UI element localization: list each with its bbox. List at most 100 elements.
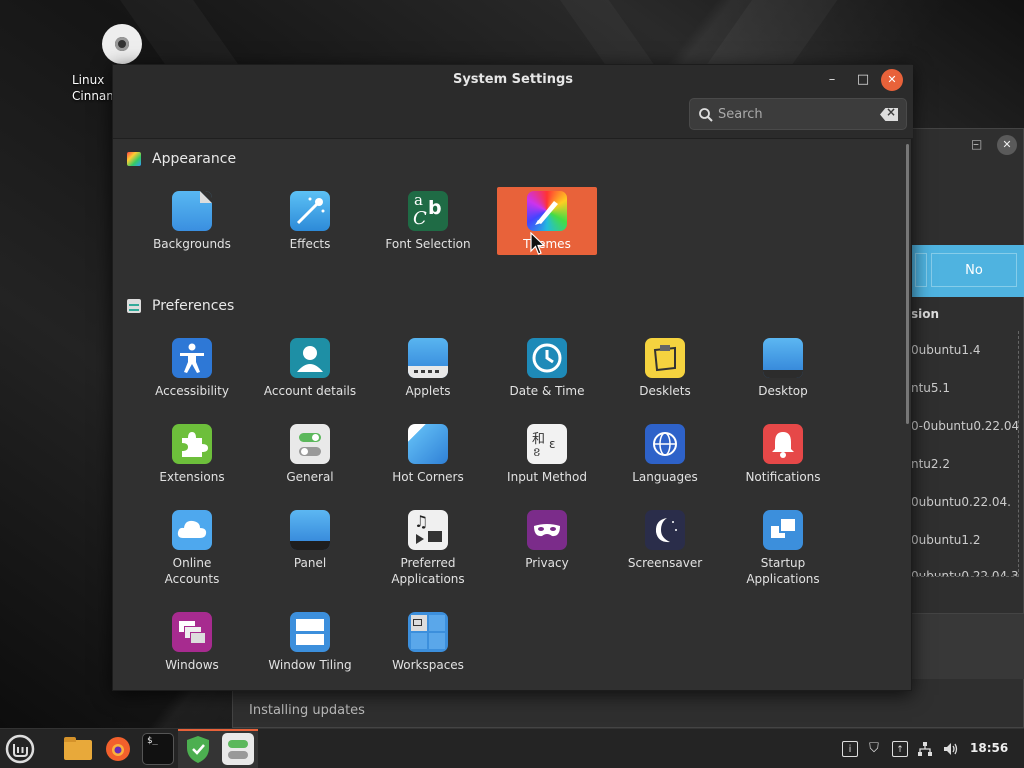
settings-item-workspaces[interactable]: Workspaces bbox=[378, 608, 478, 676]
update-manager-button[interactable] bbox=[182, 733, 214, 765]
terminal-launcher[interactable]: $_ bbox=[142, 733, 174, 765]
list-item[interactable]: 0ubuntu0.22.04.3 bbox=[911, 569, 1018, 576]
close-button[interactable]: ✕ bbox=[881, 69, 903, 91]
search-box[interactable] bbox=[689, 98, 907, 130]
version-column-header[interactable]: sion bbox=[911, 307, 939, 321]
menu-button[interactable] bbox=[4, 733, 36, 765]
settings-item-date-time[interactable]: Date & Time bbox=[497, 334, 597, 402]
item-label: Notifications bbox=[745, 470, 821, 484]
settings-item-general[interactable]: General bbox=[260, 420, 360, 488]
network-tray-icon[interactable] bbox=[917, 741, 933, 757]
moon-icon bbox=[645, 510, 685, 550]
settings-item-privacy[interactable]: Privacy bbox=[497, 506, 597, 574]
puzzle-icon bbox=[172, 424, 212, 464]
general-toggles-icon bbox=[290, 424, 330, 464]
firefox-icon bbox=[106, 737, 130, 761]
settings-item-desklets[interactable]: Desklets bbox=[615, 334, 715, 402]
settings-item-preferred-applications[interactable]: ♫ Preferred Applications bbox=[378, 506, 478, 586]
package-list[interactable]: 0ubuntu1.4 ntu5.1 0-0ubuntu0.22.04 ntu2.… bbox=[911, 331, 1019, 577]
settings-item-screensaver[interactable]: Screensaver bbox=[615, 506, 715, 574]
preferences-section-icon bbox=[127, 299, 141, 313]
list-item[interactable]: 0ubuntu1.4 bbox=[911, 343, 980, 357]
system-settings-button[interactable] bbox=[222, 733, 254, 765]
item-label: Input Method bbox=[507, 470, 587, 484]
settings-content[interactable]: Appearance Backgrounds Effects a b C Fon… bbox=[113, 140, 913, 692]
clipboard-tray-icon[interactable]: i bbox=[842, 741, 858, 757]
item-label: Hot Corners bbox=[392, 470, 464, 484]
volume-tray-icon[interactable] bbox=[942, 741, 958, 757]
account-icon bbox=[290, 338, 330, 378]
backgrounds-icon bbox=[172, 191, 212, 231]
settings-item-effects[interactable]: Effects bbox=[260, 187, 360, 255]
effects-icon bbox=[290, 191, 330, 231]
section-title: Appearance bbox=[152, 151, 237, 167]
list-item[interactable]: 0ubuntu0.22.04. bbox=[911, 495, 1011, 509]
item-label: General bbox=[286, 470, 334, 484]
settings-item-accessibility[interactable]: Accessibility bbox=[142, 334, 242, 402]
section-appearance: Appearance bbox=[127, 151, 236, 167]
bell-icon bbox=[763, 424, 803, 464]
clock-icon bbox=[527, 338, 567, 378]
item-label: Extensions bbox=[159, 470, 225, 484]
details-pane bbox=[911, 613, 1024, 679]
settings-item-online-accounts[interactable]: Online Accounts bbox=[142, 506, 242, 586]
maximize-button[interactable]: □ bbox=[852, 69, 874, 91]
settings-item-backgrounds[interactable]: Backgrounds bbox=[142, 187, 242, 255]
clock[interactable]: 18:56 bbox=[970, 741, 1008, 755]
settings-item-window-tiling[interactable]: Window Tiling bbox=[260, 608, 360, 676]
font-selection-icon: a b C bbox=[408, 191, 448, 231]
settings-item-startup-applications[interactable]: Startup Applications bbox=[733, 506, 833, 586]
minimize-button[interactable]: – bbox=[821, 69, 843, 91]
startup-icon bbox=[763, 510, 803, 550]
item-label: Panel bbox=[293, 556, 327, 570]
files-launcher[interactable] bbox=[62, 733, 94, 765]
updates-tray-icon[interactable]: ↑ bbox=[892, 741, 908, 757]
system-settings-window: System Settings – □ ✕ Appearance Backgro… bbox=[112, 64, 913, 692]
item-label: Themes bbox=[523, 237, 571, 251]
bg-close-button[interactable]: ✕ bbox=[997, 135, 1017, 155]
settings-item-languages[interactable]: Languages bbox=[615, 420, 715, 488]
applets-icon bbox=[408, 338, 448, 378]
settings-item-desktop[interactable]: Desktop bbox=[733, 334, 833, 402]
accessibility-icon bbox=[172, 338, 212, 378]
item-label: Screensaver bbox=[627, 556, 703, 570]
settings-item-windows[interactable]: Windows bbox=[142, 608, 242, 676]
list-item[interactable]: 0ubuntu1.2 bbox=[911, 533, 980, 547]
firefox-launcher[interactable] bbox=[102, 733, 134, 765]
settings-item-hot-corners[interactable]: Hot Corners bbox=[378, 420, 478, 488]
item-label: Effects bbox=[289, 237, 331, 251]
settings-item-account-details[interactable]: Account details bbox=[260, 334, 360, 402]
item-label: Applets bbox=[405, 384, 451, 398]
themes-icon bbox=[527, 191, 567, 231]
settings-item-themes[interactable]: Themes bbox=[497, 187, 597, 255]
item-label: Window Tiling bbox=[268, 658, 352, 672]
search-input[interactable] bbox=[718, 99, 878, 129]
bg-maximize-button[interactable]: □ bbox=[971, 137, 982, 151]
workspaces-icon bbox=[408, 612, 448, 652]
preferred-apps-icon: ♫ bbox=[408, 510, 448, 550]
list-item[interactable]: ntu2.2 bbox=[911, 457, 950, 471]
yes-button[interactable] bbox=[915, 253, 927, 287]
settings-item-font-selection[interactable]: a b C Font Selection bbox=[378, 187, 478, 255]
window-title: System Settings bbox=[452, 72, 574, 87]
settings-item-notifications[interactable]: Notifications bbox=[733, 420, 833, 488]
settings-item-applets[interactable]: Applets bbox=[378, 334, 478, 402]
item-label: Desklets bbox=[639, 384, 691, 398]
item-label: Startup Applications bbox=[746, 556, 820, 586]
shield-tray-icon[interactable]: ⛉ bbox=[866, 741, 882, 757]
list-item[interactable]: 0-0ubuntu0.22.04 bbox=[911, 419, 1018, 433]
globe-icon bbox=[645, 424, 685, 464]
settings-item-extensions[interactable]: Extensions bbox=[142, 420, 242, 488]
titlebar[interactable]: System Settings – □ ✕ bbox=[113, 65, 913, 139]
section-title: Preferences bbox=[152, 298, 235, 314]
toggles-icon bbox=[228, 740, 248, 748]
settings-item-input-method[interactable]: 和 ε ខ Input Method bbox=[497, 420, 597, 488]
desklets-icon bbox=[645, 338, 685, 378]
clear-search-icon[interactable] bbox=[880, 108, 898, 121]
scrollbar[interactable] bbox=[906, 144, 909, 424]
settings-item-panel[interactable]: Panel bbox=[260, 506, 360, 574]
search-icon bbox=[699, 108, 713, 122]
no-button[interactable]: No bbox=[931, 253, 1017, 287]
list-item[interactable]: ntu5.1 bbox=[911, 381, 950, 395]
item-label: Desktop bbox=[758, 384, 808, 398]
